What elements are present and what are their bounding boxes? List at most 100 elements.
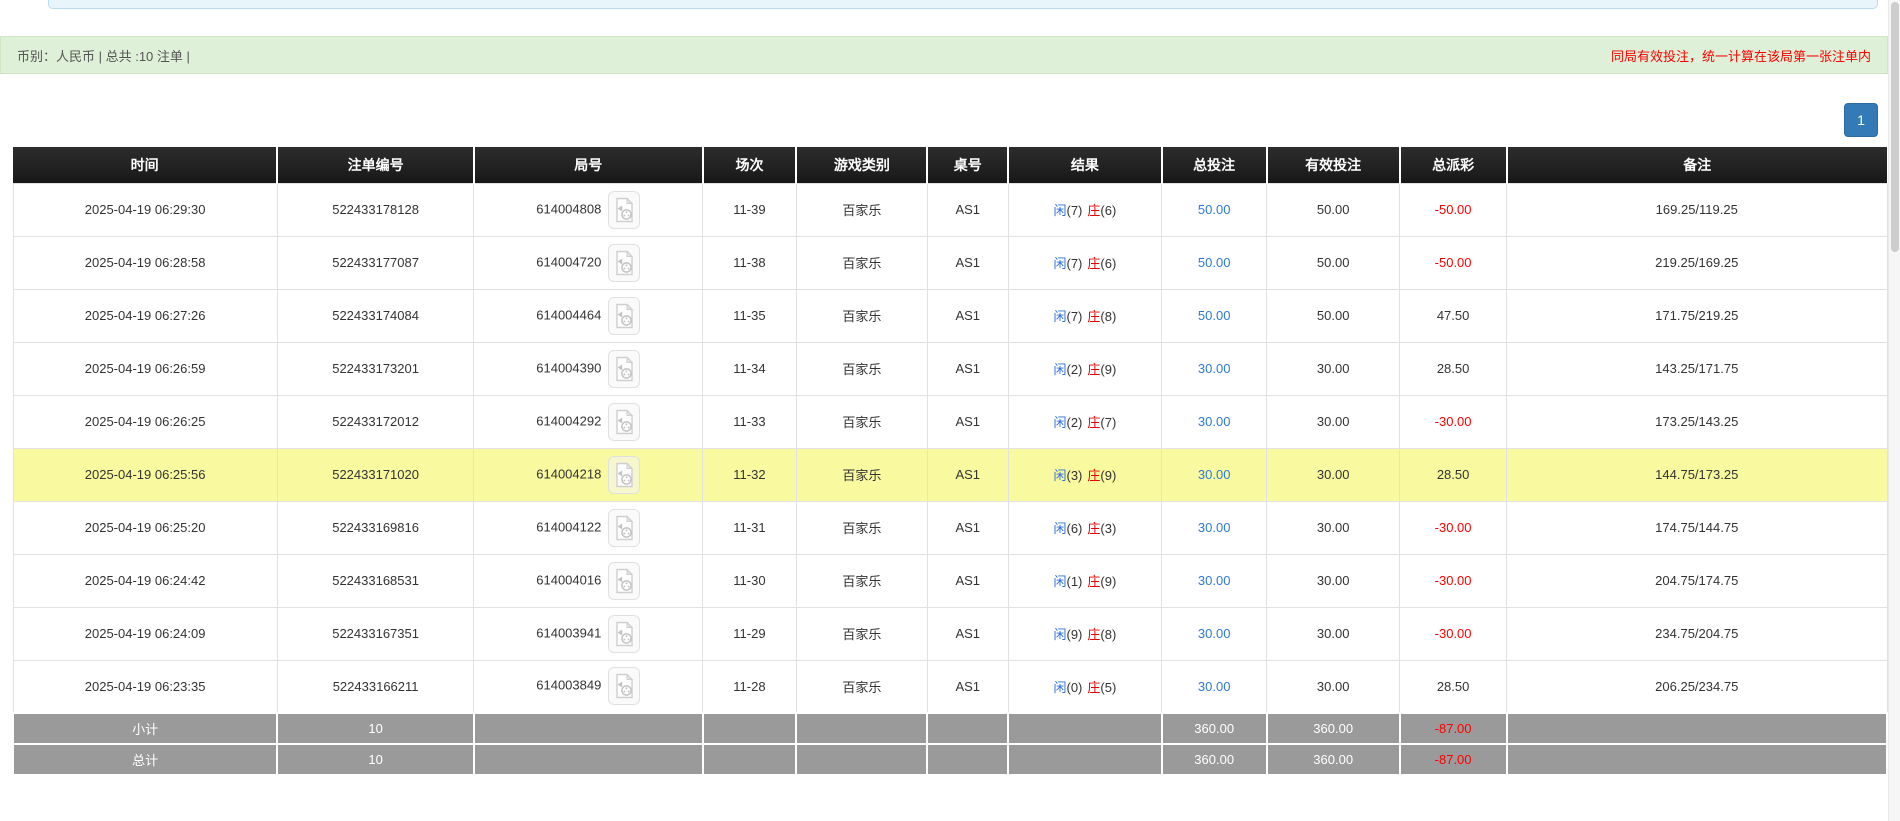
video-replay-button[interactable] — [608, 456, 640, 494]
cell-total-bet-link[interactable]: 30.00 — [1162, 554, 1267, 607]
player-label: 闲 — [1053, 468, 1066, 483]
cell-total-bet-link[interactable]: 30.00 — [1162, 501, 1267, 554]
cell-total-bet-link[interactable]: 30.00 — [1162, 660, 1267, 713]
cell-bet-id: 522433177087 — [277, 236, 474, 289]
subtotal-empty-remark — [1507, 713, 1888, 744]
cell-session: 11-35 — [703, 289, 797, 342]
cell-bet-id: 522433174084 — [277, 289, 474, 342]
cell-session: 11-39 — [703, 183, 797, 236]
cell-bet-id: 522433171020 — [277, 448, 474, 501]
player-label: 闲 — [1053, 309, 1066, 324]
cell-round-id: 614004218 — [474, 448, 703, 501]
subtotal-count: 10 — [277, 713, 474, 744]
cell-remark: 206.25/234.75 — [1507, 660, 1888, 713]
total-empty-round — [474, 744, 703, 775]
cell-bet-id: 522433172012 — [277, 395, 474, 448]
player-label: 闲 — [1053, 574, 1066, 589]
cell-total-bet-link[interactable]: 30.00 — [1162, 607, 1267, 660]
player-score: (3) — [1066, 468, 1082, 483]
video-replay-button[interactable] — [608, 615, 640, 653]
video-replay-button[interactable] — [608, 509, 640, 547]
round-id-text: 614004808 — [536, 201, 601, 216]
cell-payout: -30.00 — [1400, 395, 1507, 448]
table-row: 2025-04-19 06:23:35 522433166211 6140038… — [13, 660, 1887, 713]
cell-time: 2025-04-19 06:26:59 — [13, 342, 277, 395]
banker-score: (6) — [1100, 203, 1116, 218]
cell-remark: 143.25/171.75 — [1507, 342, 1888, 395]
cell-table-no: AS1 — [927, 660, 1008, 713]
cell-total-bet-link[interactable]: 50.00 — [1162, 236, 1267, 289]
cell-valid-bet: 50.00 — [1267, 183, 1400, 236]
cell-total-bet-link[interactable]: 50.00 — [1162, 183, 1267, 236]
cell-round-id: 614004808 — [474, 183, 703, 236]
cell-round-id: 614003941 — [474, 607, 703, 660]
cell-game-type: 百家乐 — [796, 660, 927, 713]
film-file-icon — [614, 197, 634, 223]
cell-total-bet-link[interactable]: 30.00 — [1162, 448, 1267, 501]
player-label: 闲 — [1053, 415, 1066, 430]
video-replay-button[interactable] — [608, 350, 640, 388]
cell-valid-bet: 30.00 — [1267, 554, 1400, 607]
banker-score: (5) — [1100, 680, 1116, 695]
cell-total-bet-link[interactable]: 30.00 — [1162, 342, 1267, 395]
video-replay-button[interactable] — [608, 562, 640, 600]
banker-label: 庄 — [1087, 309, 1100, 324]
cell-time: 2025-04-19 06:26:25 — [13, 395, 277, 448]
cell-game-type: 百家乐 — [796, 448, 927, 501]
vertical-scrollbar[interactable] — [1888, 0, 1900, 821]
cell-result: 闲(2)庄(7) — [1008, 395, 1162, 448]
video-replay-button[interactable] — [608, 667, 640, 705]
cell-total-bet-link[interactable]: 30.00 — [1162, 395, 1267, 448]
col-header-remark: 备注 — [1507, 147, 1888, 183]
subtotal-empty-session — [703, 713, 797, 744]
cell-payout: 28.50 — [1400, 660, 1507, 713]
cell-bet-id: 522433167351 — [277, 607, 474, 660]
col-header-valid-bet: 有效投注 — [1267, 147, 1400, 183]
player-score: (2) — [1066, 415, 1082, 430]
round-id-text: 614003849 — [536, 678, 601, 693]
cell-payout: -50.00 — [1400, 183, 1507, 236]
cell-session: 11-31 — [703, 501, 797, 554]
cell-round-id: 614004464 — [474, 289, 703, 342]
cell-bet-id: 522433173201 — [277, 342, 474, 395]
top-panel-edge — [48, 0, 1878, 9]
page-1-button[interactable]: 1 — [1844, 103, 1878, 137]
col-header-bet-id: 注单编号 — [277, 147, 474, 183]
total-valid-bet: 360.00 — [1267, 744, 1400, 775]
total-empty-table — [927, 744, 1008, 775]
banker-score: (6) — [1100, 256, 1116, 271]
player-label: 闲 — [1053, 627, 1066, 642]
scrollbar-thumb[interactable] — [1891, 2, 1899, 252]
film-file-icon — [614, 568, 634, 594]
banker-score: (3) — [1100, 521, 1116, 536]
cell-total-bet-link[interactable]: 50.00 — [1162, 289, 1267, 342]
cell-time: 2025-04-19 06:25:20 — [13, 501, 277, 554]
col-header-time: 时间 — [13, 147, 277, 183]
cell-game-type: 百家乐 — [796, 554, 927, 607]
round-id-text: 614004218 — [536, 466, 601, 481]
player-label: 闲 — [1053, 256, 1066, 271]
banker-score: (8) — [1100, 627, 1116, 642]
cell-remark: 144.75/173.25 — [1507, 448, 1888, 501]
banker-label: 庄 — [1087, 203, 1100, 218]
col-header-game-type: 游戏类别 — [796, 147, 927, 183]
cell-result: 闲(1)庄(9) — [1008, 554, 1162, 607]
total-count: 10 — [277, 744, 474, 775]
cell-game-type: 百家乐 — [796, 395, 927, 448]
subtotal-empty-result — [1008, 713, 1162, 744]
player-label: 闲 — [1053, 521, 1066, 536]
video-replay-button[interactable] — [608, 244, 640, 282]
video-replay-button[interactable] — [608, 403, 640, 441]
cell-valid-bet: 50.00 — [1267, 236, 1400, 289]
player-label: 闲 — [1053, 203, 1066, 218]
cell-table-no: AS1 — [927, 236, 1008, 289]
cell-game-type: 百家乐 — [796, 342, 927, 395]
cell-time: 2025-04-19 06:25:56 — [13, 448, 277, 501]
cell-game-type: 百家乐 — [796, 501, 927, 554]
video-replay-button[interactable] — [608, 297, 640, 335]
total-row: 总计 10 360.00 360.00 -87.00 — [13, 744, 1887, 775]
col-header-table-no: 桌号 — [927, 147, 1008, 183]
video-replay-button[interactable] — [608, 191, 640, 229]
cell-bet-id: 522433178128 — [277, 183, 474, 236]
cell-result: 闲(7)庄(8) — [1008, 289, 1162, 342]
